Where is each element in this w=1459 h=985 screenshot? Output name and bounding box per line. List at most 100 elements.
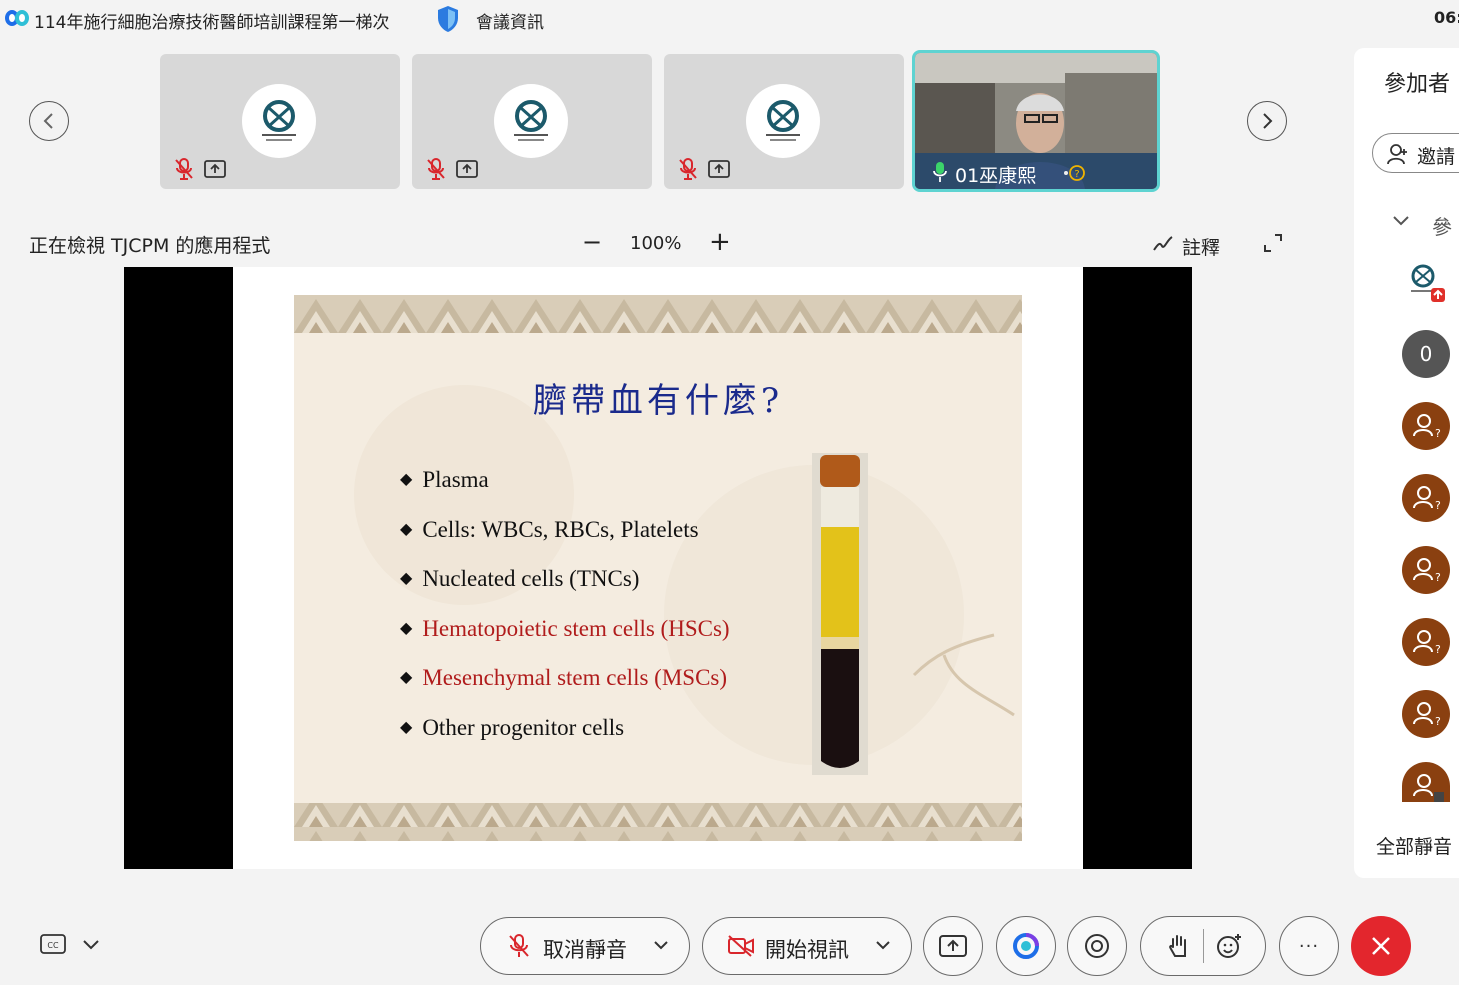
slide-bullet: ◆ Cells: WBCs, RBCs, Platelets bbox=[400, 517, 699, 542]
start-video-label: 開始視訊 bbox=[765, 938, 849, 962]
participant-tile[interactable] bbox=[664, 54, 904, 189]
participant-avatar[interactable]: ? bbox=[1402, 474, 1450, 522]
svg-text:?: ? bbox=[1074, 169, 1079, 180]
zoom-in-button[interactable]: + bbox=[709, 227, 731, 257]
svg-text:?: ? bbox=[1435, 499, 1441, 512]
participant-avatar[interactable]: ? bbox=[1402, 546, 1450, 594]
slide-bullet: ◆ Other progenitor cells bbox=[400, 715, 625, 740]
record-icon bbox=[1085, 934, 1109, 958]
participants-section-header[interactable]: 參 bbox=[1432, 211, 1452, 240]
participant-avatar[interactable]: ? bbox=[1402, 402, 1450, 450]
viewing-shared-app-label: 正在檢視 TJCPM 的應用程式 bbox=[29, 235, 271, 257]
meeting-info-link[interactable]: 會議資訊 bbox=[476, 8, 544, 33]
mic-muted-icon bbox=[679, 158, 697, 180]
invite-label: 邀請 bbox=[1417, 146, 1456, 168]
participants-panel-title: 參加者 bbox=[1384, 72, 1451, 97]
annotate-pen-icon[interactable] bbox=[1152, 234, 1174, 254]
participant-avatar[interactable]: ? bbox=[1402, 618, 1450, 666]
participant-avatar-host[interactable] bbox=[1403, 260, 1449, 306]
organization-logo-icon bbox=[1411, 264, 1445, 302]
guest-person-icon: ? bbox=[1413, 414, 1441, 440]
mic-active-icon bbox=[933, 162, 947, 182]
close-icon bbox=[1372, 937, 1390, 955]
participant-tile[interactable] bbox=[412, 54, 652, 189]
chevron-down-icon[interactable] bbox=[1392, 214, 1410, 228]
svg-text:?: ? bbox=[1435, 571, 1441, 584]
share-button[interactable] bbox=[923, 916, 983, 976]
bullet-diamond-icon: ◆ bbox=[400, 669, 413, 686]
chevron-right-icon bbox=[1263, 113, 1273, 129]
fullscreen-icon[interactable] bbox=[1263, 233, 1283, 253]
share-screen-icon bbox=[456, 160, 478, 178]
mic-muted-icon bbox=[175, 158, 193, 180]
guest-person-icon bbox=[1413, 774, 1444, 802]
mic-muted-icon bbox=[427, 158, 445, 180]
participant-avatar[interactable] bbox=[1402, 762, 1450, 802]
bullet-diamond-icon: ◆ bbox=[400, 521, 413, 538]
slide-bullet: ◆ Nucleated cells (TNCs) bbox=[400, 566, 640, 591]
chevron-left-icon bbox=[43, 113, 53, 129]
ai-assistant-icon bbox=[1013, 933, 1039, 959]
closed-captions-icon: CC bbox=[40, 934, 66, 954]
share-screen-icon bbox=[204, 160, 226, 178]
video-off-icon bbox=[728, 935, 754, 957]
meeting-title: 114年施行細胞治療技術醫師培訓課程第一梯次 bbox=[34, 13, 390, 33]
unmute-label: 取消靜音 bbox=[543, 938, 627, 962]
svg-text:CC: CC bbox=[47, 941, 59, 950]
record-button[interactable] bbox=[1067, 916, 1127, 976]
filmstrip-prev-button[interactable] bbox=[29, 101, 69, 141]
organization-logo-avatar bbox=[242, 84, 316, 158]
divider bbox=[1203, 929, 1204, 963]
share-screen-icon bbox=[708, 160, 730, 178]
bullet-diamond-icon: ◆ bbox=[400, 570, 413, 587]
shield-icon[interactable] bbox=[436, 5, 460, 33]
chevron-down-icon[interactable] bbox=[653, 940, 669, 952]
raise-hand-icon[interactable] bbox=[1167, 933, 1191, 959]
participant-avatar[interactable]: ? bbox=[1402, 690, 1450, 738]
mute-all-button[interactable]: 全部靜音 bbox=[1376, 832, 1452, 859]
svg-text:?: ? bbox=[1435, 427, 1441, 440]
guest-person-icon: ? bbox=[1413, 702, 1441, 728]
emoji-reaction-icon[interactable] bbox=[1215, 932, 1243, 960]
more-options-button[interactable]: ··· bbox=[1279, 916, 1339, 976]
guest-person-icon: ? bbox=[1413, 558, 1441, 584]
bullet-diamond-icon: ◆ bbox=[400, 471, 413, 488]
annotate-button[interactable]: 註釋 bbox=[1182, 233, 1220, 260]
ai-assistant-button[interactable] bbox=[996, 916, 1056, 976]
mic-muted-icon bbox=[509, 934, 529, 957]
leave-meeting-button[interactable] bbox=[1351, 916, 1411, 976]
participant-tile[interactable] bbox=[160, 54, 400, 189]
active-speaker-video-tile[interactable]: 01巫康熙 ? bbox=[912, 50, 1160, 192]
zoom-level: 100% bbox=[630, 233, 682, 254]
add-person-icon bbox=[1387, 144, 1407, 165]
unmute-button[interactable]: 取消靜音 bbox=[480, 917, 690, 975]
captions-button[interactable]: CC bbox=[40, 934, 68, 956]
zoom-out-button[interactable]: − bbox=[582, 228, 602, 256]
slide-bullet-highlight: ◆ Mesenchymal stem cells (MSCs) bbox=[400, 665, 728, 690]
presentation-slide: 臍帶血有什麼? ◆ Plasma ◆ Cells: WBCs, RBCs, Plat… bbox=[294, 295, 1022, 841]
slide-bullet-highlight: ◆ Hematopoietic stem cells (HSCs) bbox=[400, 616, 730, 641]
invite-button[interactable]: 邀請 bbox=[1372, 133, 1459, 173]
slide-bullet: ◆ Plasma bbox=[400, 467, 489, 492]
filmstrip-next-button[interactable] bbox=[1247, 101, 1287, 141]
reactions-group bbox=[1140, 916, 1266, 976]
title-bar: 114年施行細胞治療技術醫師培訓課程第一梯次 會議資訊 06: bbox=[0, 0, 1459, 38]
guest-person-icon: ? bbox=[1413, 486, 1441, 512]
network-warning-icon: ? bbox=[1064, 165, 1085, 181]
chevron-down-icon[interactable] bbox=[875, 940, 891, 952]
clock: 06: bbox=[1434, 8, 1459, 27]
chevron-down-icon[interactable] bbox=[82, 939, 100, 951]
more-options-label: ··· bbox=[1298, 935, 1320, 957]
organization-logo-avatar bbox=[746, 84, 820, 158]
bullet-diamond-icon: ◆ bbox=[400, 620, 413, 637]
bullet-diamond-icon: ◆ bbox=[400, 719, 413, 736]
organization-logo-avatar bbox=[494, 84, 568, 158]
webex-logo-icon bbox=[5, 10, 29, 26]
guest-person-icon: ? bbox=[1413, 630, 1441, 656]
slide-title: 臍帶血有什麼? bbox=[532, 381, 784, 421]
svg-text:?: ? bbox=[1435, 643, 1441, 656]
start-video-button[interactable]: 開始視訊 bbox=[702, 917, 912, 975]
test-tube-image bbox=[812, 453, 868, 775]
svg-text:?: ? bbox=[1435, 715, 1441, 728]
share-screen-icon bbox=[939, 935, 967, 957]
